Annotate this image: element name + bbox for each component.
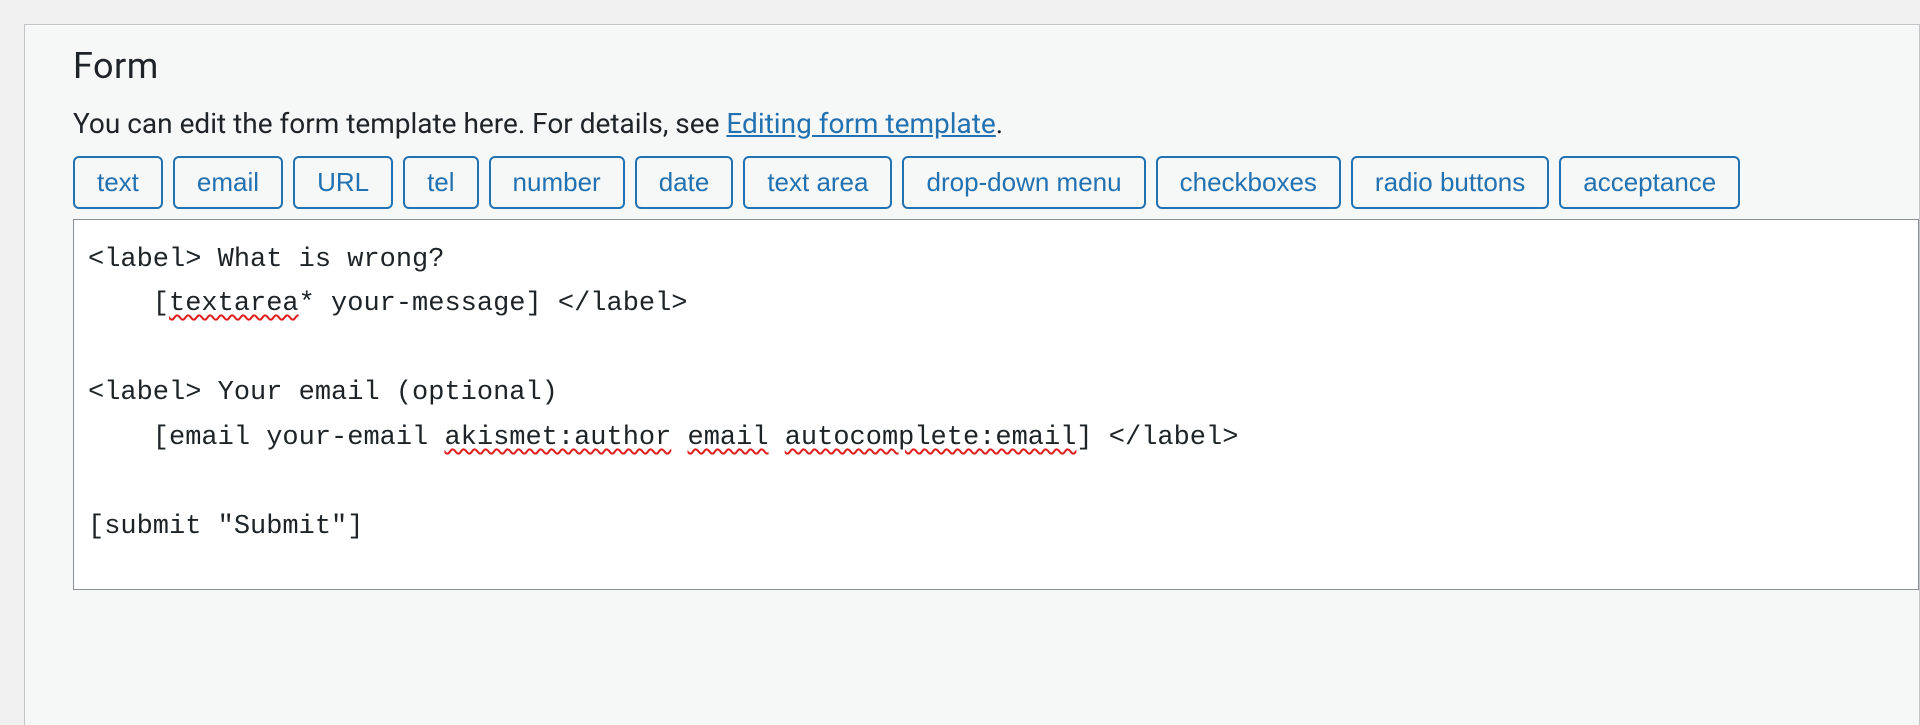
tag-btn-tel[interactable]: tel [403, 156, 478, 209]
tag-generator-toolbar: text email URL tel number date text area… [73, 156, 1919, 209]
form-template-editor[interactable]: <label> What is wrong? [textarea* your-m… [73, 219, 1919, 591]
helper-prefix: You can edit the form template here. For… [73, 107, 726, 140]
tag-btn-url[interactable]: URL [293, 156, 393, 209]
tag-btn-number[interactable]: number [489, 156, 625, 209]
tag-btn-date[interactable]: date [635, 156, 734, 209]
tag-btn-text[interactable]: text [73, 156, 163, 209]
helper-text: You can edit the form template here. For… [73, 107, 1919, 140]
tag-btn-checkboxes[interactable]: checkboxes [1156, 156, 1341, 209]
form-editor-panel: Form You can edit the form template here… [24, 24, 1920, 725]
tag-btn-email[interactable]: email [173, 156, 283, 209]
tag-btn-radio[interactable]: radio buttons [1351, 156, 1549, 209]
editing-form-template-link[interactable]: Editing form template [726, 107, 995, 140]
section-title: Form [73, 45, 1919, 87]
tag-btn-dropdown[interactable]: drop-down menu [902, 156, 1145, 209]
helper-suffix: . [996, 107, 1003, 140]
tag-btn-acceptance[interactable]: acceptance [1559, 156, 1740, 209]
tag-btn-textarea[interactable]: text area [743, 156, 892, 209]
